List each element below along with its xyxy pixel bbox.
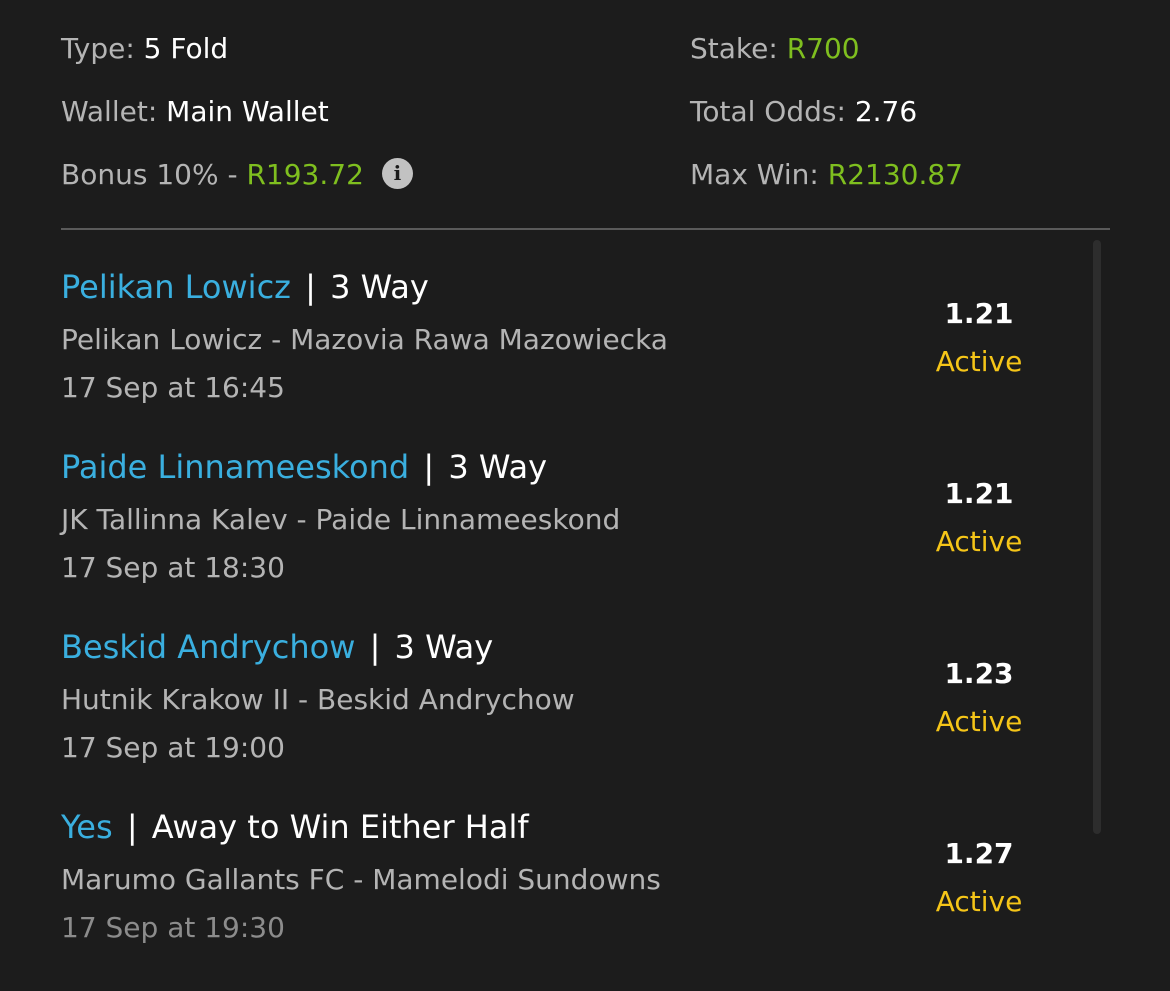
scrollbar[interactable]: [1093, 240, 1101, 834]
leg-separator: |: [369, 628, 381, 666]
leg-odds: 1.21: [944, 297, 1014, 330]
leg-selection: Yes: [61, 808, 113, 846]
bet-leg: Yes | Away to Win Either Half Marumo Gal…: [61, 802, 1061, 982]
wallet-label: Wallet:: [61, 95, 158, 128]
max-win-row: Max Win: R2130.87: [690, 155, 963, 195]
max-win-value: R2130.87: [827, 158, 963, 191]
leg-date: 17 Sep at 16:45: [61, 371, 285, 404]
leg-status: Active: [935, 525, 1023, 558]
leg-match: Marumo Gallants FC - Mamelodi Sundowns: [61, 863, 661, 896]
stake-label: Stake:: [690, 32, 778, 65]
stake-row: Stake: R700: [690, 29, 860, 69]
leg-odds: 1.27: [944, 837, 1014, 870]
max-win-label: Max Win:: [690, 158, 819, 191]
bonus-row: Bonus 10% - R193.72 i: [61, 155, 413, 195]
bet-type-value: 5 Fold: [143, 32, 229, 65]
bet-type-label: Type:: [61, 32, 135, 65]
bet-leg: Beskid Andrychow | 3 Way Hutnik Krakow I…: [61, 622, 1061, 802]
leg-odds: 1.21: [944, 477, 1014, 510]
bonus-value: R193.72: [246, 158, 364, 191]
bet-type-row: Type: 5 Fold: [61, 29, 228, 69]
leg-status: Active: [935, 705, 1023, 738]
divider: [61, 228, 1110, 230]
leg-selection: Pelikan Lowicz: [61, 268, 291, 306]
total-odds-row: Total Odds: 2.76: [690, 92, 917, 132]
total-odds-value: 2.76: [854, 95, 918, 128]
info-icon[interactable]: i: [381, 158, 413, 189]
leg-match: JK Tallinna Kalev - Paide Linnameeskond: [61, 503, 621, 536]
leg-market: 3 Way: [448, 448, 547, 486]
bet-leg: Paide Linnameeskond | 3 Way JK Tallinna …: [61, 442, 1061, 622]
leg-match: Hutnik Krakow II - Beskid Andrychow: [61, 683, 575, 716]
leg-market: 3 Way: [394, 628, 494, 666]
bonus-label: Bonus 10% -: [61, 158, 238, 191]
leg-date: 17 Sep at 19:30: [61, 911, 285, 944]
leg-title: Yes | Away to Win Either Half: [61, 802, 529, 852]
leg-market: Away to Win Either Half: [151, 808, 529, 846]
leg-match: Pelikan Lowicz - Mazovia Rawa Mazowiecka: [61, 323, 668, 356]
leg-title: Paide Linnameeskond | 3 Way: [61, 442, 547, 492]
stake-value: R700: [786, 32, 860, 65]
wallet-row: Wallet: Main Wallet: [61, 92, 329, 132]
leg-separator: |: [305, 268, 316, 306]
bet-legs-list: Pelikan Lowicz | 3 Way Pelikan Lowicz - …: [61, 262, 1061, 982]
leg-date: 17 Sep at 18:30: [61, 551, 285, 584]
leg-status: Active: [935, 345, 1023, 378]
leg-separator: |: [126, 808, 138, 846]
bet-summary: Type: 5 Fold Wallet: Main Wallet Bonus 1…: [61, 0, 1111, 228]
leg-date: 17 Sep at 19:00: [61, 731, 285, 764]
leg-separator: |: [423, 448, 435, 486]
total-odds-label: Total Odds:: [690, 95, 846, 128]
bet-leg: Pelikan Lowicz | 3 Way Pelikan Lowicz - …: [61, 262, 1061, 442]
leg-selection: Paide Linnameeskond: [61, 448, 410, 486]
leg-title: Beskid Andrychow | 3 Way: [61, 622, 493, 672]
leg-odds: 1.23: [944, 657, 1014, 690]
wallet-value: Main Wallet: [166, 95, 329, 128]
leg-selection: Beskid Andrychow: [61, 628, 356, 666]
leg-market: 3 Way: [330, 268, 429, 306]
leg-title: Pelikan Lowicz | 3 Way: [61, 262, 429, 312]
leg-status: Active: [935, 885, 1023, 918]
